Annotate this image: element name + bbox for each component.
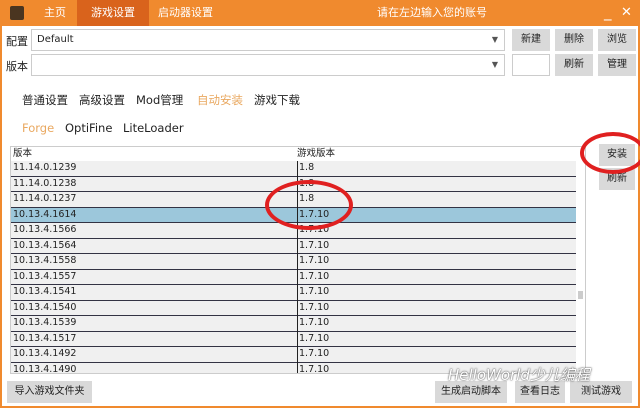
launcher-window: 主页 游戏设置 启动器设置 请在左边输入您的账号 _ ✕ 配置 Default ▼… [0, 0, 640, 408]
forge-version-table: 版本 游戏版本 11.14.0.1239 1.8 11.14.0.1238 1.8 11… [10, 146, 586, 374]
column-header-version[interactable]: 版本 [13, 147, 32, 161]
forge-version-cell: 10.13.4.1566 [13, 224, 77, 235]
title-bar: 主页 游戏设置 启动器设置 请在左边输入您的账号 _ ✕ [2, 0, 640, 26]
table-row[interactable]: 10.13.4.1539 1.7.10 [11, 316, 577, 332]
app-logo-icon [10, 6, 24, 20]
game-version-cell: 1.8 [297, 161, 314, 177]
game-version-cell: 1.8 [297, 176, 314, 193]
account-prompt: 请在左边输入您的账号 [377, 6, 487, 19]
table-row[interactable]: 10.13.4.1492 1.7.10 [11, 347, 577, 363]
column-header-game-version[interactable]: 游戏版本 [297, 147, 335, 161]
tab-forge[interactable]: Forge [22, 121, 54, 135]
forge-version-cell: 10.13.4.1492 [13, 348, 77, 359]
tab-launcher-settings[interactable]: 启动器设置 [144, 0, 227, 26]
install-button[interactable]: 安装 [599, 144, 635, 166]
forge-version-cell: 10.13.4.1557 [13, 270, 77, 282]
chevron-down-icon: ▼ [491, 60, 498, 69]
subtab-download[interactable]: 游戏下载 [254, 92, 300, 108]
table-row[interactable]: 10.13.4.1517 1.7.10 [11, 331, 577, 348]
game-version-cell: 1.7.10 [297, 285, 329, 301]
version-select[interactable]: ▼ [31, 54, 505, 76]
table-row[interactable]: 10.13.4.1541 1.7.10 [11, 285, 577, 301]
table-row[interactable]: 10.13.4.1540 1.7.10 [11, 300, 577, 317]
close-button[interactable]: ✕ [621, 5, 632, 20]
forge-version-cell: 11.14.0.1239 [13, 162, 77, 173]
table-row[interactable]: 10.13.4.1558 1.7.10 [11, 254, 577, 270]
forge-version-cell: 10.13.4.1540 [13, 301, 77, 313]
config-value: Default [37, 34, 74, 45]
forge-version-cell: 10.13.4.1558 [13, 255, 77, 266]
game-version-cell: 1.7.10 [297, 300, 329, 317]
game-version-cell: 1.7.10 [297, 347, 329, 363]
table-header: 版本 游戏版本 [11, 147, 585, 161]
chevron-down-icon: ▼ [491, 35, 498, 44]
manage-button[interactable]: 管理 [598, 54, 636, 76]
tab-game-settings[interactable]: 游戏设置 [77, 0, 149, 26]
import-game-folder-button[interactable]: 导入游戏文件夹 [7, 381, 92, 403]
table-row[interactable]: 11.14.0.1239 1.8 [11, 161, 577, 177]
watermark: HelloWorld少儿编程 [448, 366, 590, 384]
subtab-advanced[interactable]: 高级设置 [79, 92, 125, 108]
config-label: 配置 [6, 35, 28, 48]
new-config-button[interactable]: 新建 [512, 29, 550, 51]
browse-button[interactable]: 浏览 [598, 29, 636, 51]
tab-liteloader[interactable]: LiteLoader [123, 121, 184, 135]
table-row[interactable]: 10.13.4.1566 1.7.10 [11, 223, 577, 239]
delete-config-button[interactable]: 删除 [555, 29, 593, 51]
scrollbar-thumb[interactable] [578, 291, 583, 299]
forge-version-cell: 11.14.0.1238 [13, 177, 77, 189]
forge-version-cell: 10.13.4.1490 [13, 363, 77, 374]
game-version-cell: 1.7.10 [297, 223, 329, 239]
minimize-button[interactable]: _ [604, 3, 612, 21]
table-row[interactable]: 11.14.0.1238 1.8 [11, 176, 577, 193]
version-label: 版本 [6, 60, 28, 73]
table-row[interactable]: 10.13.4.1564 1.7.10 [11, 238, 577, 255]
refresh-list-button[interactable]: 刷新 [599, 168, 635, 190]
table-row[interactable]: 11.14.0.1237 1.8 [11, 192, 577, 208]
game-version-cell: 1.7.10 [297, 254, 329, 270]
game-version-cell: 1.7.10 [297, 207, 329, 224]
table-row[interactable]: 10.13.4.1614 1.7.10 [11, 207, 577, 224]
subtab-general[interactable]: 普通设置 [22, 92, 68, 108]
tab-optifine[interactable]: OptiFine [65, 121, 112, 135]
forge-version-cell: 10.13.4.1517 [13, 332, 77, 344]
subtab-mods[interactable]: Mod管理 [136, 92, 183, 108]
scrollbar[interactable] [576, 161, 585, 373]
game-version-cell: 1.7.10 [297, 316, 329, 332]
forge-version-cell: 10.13.4.1564 [13, 239, 77, 251]
subtab-auto-install[interactable]: 自动安装 [197, 92, 243, 108]
config-select[interactable]: Default ▼ [31, 29, 505, 51]
version-extra-input[interactable] [512, 54, 550, 76]
tab-home[interactable]: 主页 [30, 0, 80, 26]
forge-version-cell: 10.13.4.1614 [13, 208, 77, 220]
game-version-cell: 1.8 [297, 192, 314, 208]
game-version-cell: 1.7.10 [297, 331, 329, 348]
refresh-version-button[interactable]: 刷新 [555, 54, 593, 76]
game-version-cell: 1.7.10 [297, 238, 329, 255]
table-row[interactable]: 10.13.4.1557 1.7.10 [11, 269, 577, 286]
game-version-cell: 1.7.10 [297, 362, 329, 373]
forge-version-cell: 11.14.0.1237 [13, 193, 77, 204]
game-version-cell: 1.7.10 [297, 269, 329, 286]
forge-version-cell: 10.13.4.1539 [13, 317, 77, 328]
forge-version-cell: 10.13.4.1541 [13, 286, 77, 297]
